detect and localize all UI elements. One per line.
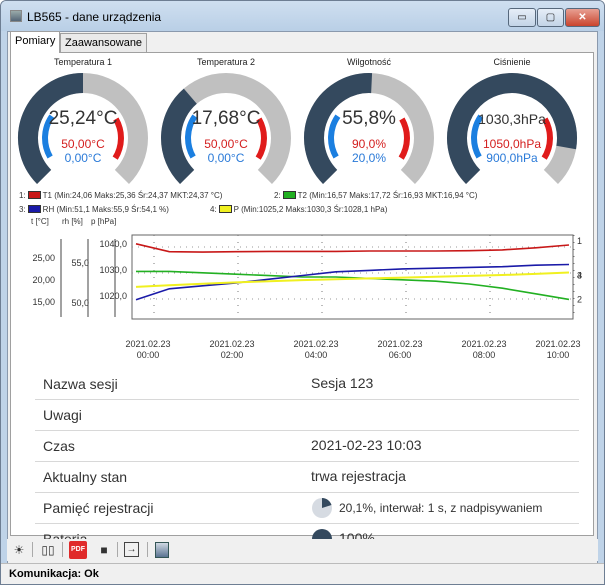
tab-pomiary[interactable]: Pomiary bbox=[10, 31, 61, 53]
toolbar-separator bbox=[62, 542, 63, 557]
x-label-4: 2021.02.23 08:00 bbox=[461, 339, 507, 360]
legend-item-rh[interactable]: 3: RH (Min:51,1 Maks:55,9 Śr:54,1 %) bbox=[19, 205, 169, 214]
gauge-value-rh: 55,8% bbox=[342, 108, 396, 129]
client-area: Pomiary Zaawansowane Temperatura 1 Tempe… bbox=[7, 31, 598, 567]
info-row-state: Aktualny stan trwa rejestracja bbox=[35, 462, 579, 493]
legend-swatch bbox=[282, 191, 296, 199]
toolbar-separator bbox=[117, 542, 118, 557]
gauge-min-t2: 0,00°C bbox=[207, 151, 245, 165]
gauge-min-t1: 0,00°C bbox=[64, 151, 102, 165]
x-label-3: 2021.02.23 06:00 bbox=[377, 339, 423, 360]
status-bar: Komunikacja: Ok bbox=[1, 563, 604, 584]
legend-swatch bbox=[27, 205, 41, 213]
legend-swatch bbox=[27, 191, 41, 199]
maximize-button[interactable]: ▢ bbox=[537, 8, 564, 27]
toolbar-separator bbox=[32, 542, 33, 557]
pdf-icon[interactable]: PDF bbox=[69, 541, 87, 559]
session-label: Nazwa sesji bbox=[43, 376, 118, 392]
axis-head-rh: rh [%] bbox=[62, 217, 83, 226]
toolbar-separator bbox=[147, 542, 148, 557]
notes-label: Uwagi bbox=[43, 407, 82, 423]
series-end-label: 2 bbox=[577, 294, 582, 304]
gauge-max-t2: 50,00°C bbox=[204, 137, 248, 151]
memory-value: 20,1%, interwał: 1 s, z nadpisywaniem bbox=[339, 501, 543, 515]
legend-item-t1[interactable]: 1: T1 (Min:24,06 Maks:25,36 Śr:24,37 MKT:… bbox=[19, 191, 222, 200]
info-row-notes: Uwagi bbox=[35, 400, 579, 431]
gauge-min-rh: 20,0% bbox=[351, 151, 387, 165]
gauge-max-p: 1050,0hPa bbox=[482, 137, 542, 151]
legend-text: T2 (Min:16,57 Maks:17,72 Śr:16,93 MKT:16… bbox=[297, 191, 478, 200]
legend-item-t2[interactable]: 2: T2 (Min:16,57 Maks:17,72 Śr:16,93 MKT:… bbox=[274, 191, 477, 200]
x-label-2: 2021.02.23 04:00 bbox=[293, 339, 339, 360]
x-label-1: 2021.02.23 02:00 bbox=[209, 339, 255, 360]
info-row-memory: Pamięć rejestracji 20,1%, interwał: 1 s,… bbox=[35, 493, 579, 524]
gauge-value-p: 1030,3hPa bbox=[478, 111, 546, 127]
state-value: trwa rejestracja bbox=[311, 468, 406, 484]
app-icon bbox=[10, 10, 22, 22]
legend-swatch bbox=[218, 205, 232, 213]
axis-head-t: t [°C] bbox=[31, 217, 49, 226]
minimize-button[interactable]: ▭ bbox=[508, 8, 536, 27]
legend-num: 3: bbox=[19, 205, 26, 214]
title-bar[interactable]: LB565 - dane urządzenia ▭ ▢ ✕ bbox=[1, 1, 604, 31]
legend-num: 4: bbox=[210, 205, 217, 214]
close-button[interactable]: ✕ bbox=[565, 8, 600, 27]
x-label-0: 2021.02.23 00:00 bbox=[125, 339, 171, 360]
legend-text: P (Min:1025,2 Maks:1030,3 Śr:1028,1 hPa) bbox=[233, 205, 388, 214]
session-value: Sesja 123 bbox=[311, 375, 374, 391]
info-row-session: Nazwa sesji Sesja 123 bbox=[35, 369, 579, 400]
book-icon[interactable]: ▯▯ bbox=[39, 541, 57, 559]
measurements-panel: Temperatura 1 Temperatura 2 Wilgotność C… bbox=[10, 52, 595, 549]
legend-num: 2: bbox=[274, 191, 281, 200]
time-label: Czas bbox=[43, 438, 75, 454]
legend-text: T1 (Min:24,06 Maks:25,36 Śr:24,37 MKT:24… bbox=[42, 191, 223, 200]
save-icon[interactable]: ■ bbox=[95, 541, 113, 559]
settings-icon[interactable]: ☀ bbox=[10, 541, 28, 559]
memory-pie-icon bbox=[312, 498, 332, 518]
series-end-label: 3 bbox=[577, 271, 582, 281]
gauge-min-p: 900,0hPa bbox=[486, 151, 538, 165]
info-row-time: Czas 2021-02-23 10:03 bbox=[35, 431, 579, 462]
device-window: LB565 - dane urządzenia ▭ ▢ ✕ Pomiary Za… bbox=[0, 0, 605, 585]
legend-item-p[interactable]: 4: P (Min:1025,2 Maks:1030,3 Śr:1028,1 hP… bbox=[210, 205, 387, 214]
state-label: Aktualny stan bbox=[43, 469, 128, 485]
time-value: 2021-02-23 10:03 bbox=[311, 437, 422, 453]
status-text: Komunikacja: Ok bbox=[9, 568, 99, 580]
device-icon[interactable] bbox=[155, 542, 169, 558]
gauge-value-t2: 17,68°C bbox=[191, 108, 261, 129]
gauge-max-t1: 50,00°C bbox=[61, 137, 105, 151]
tab-zaawansowane[interactable]: Zaawansowane bbox=[60, 33, 148, 53]
axis-head-p: p [hPa] bbox=[91, 217, 117, 226]
legend-text: RH (Min:51,1 Maks:55,9 Śr:54,1 %) bbox=[42, 205, 169, 214]
window-title: LB565 - dane urządzenia bbox=[27, 10, 162, 24]
memory-label: Pamięć rejestracji bbox=[43, 500, 154, 516]
x-label-5: 2021.02.23 10:00 bbox=[535, 339, 581, 360]
gauge-max-rh: 90,0% bbox=[351, 137, 387, 151]
gauge-value-t1: 25,24°C bbox=[48, 108, 118, 129]
export-icon[interactable]: → bbox=[124, 542, 139, 557]
series-end-label: 1 bbox=[577, 236, 582, 246]
bottom-toolbar: ☀ ▯▯ PDF ■ → bbox=[7, 539, 598, 561]
chart-plot[interactable]: 1432 bbox=[11, 229, 595, 329]
legend-num: 1: bbox=[19, 191, 26, 200]
